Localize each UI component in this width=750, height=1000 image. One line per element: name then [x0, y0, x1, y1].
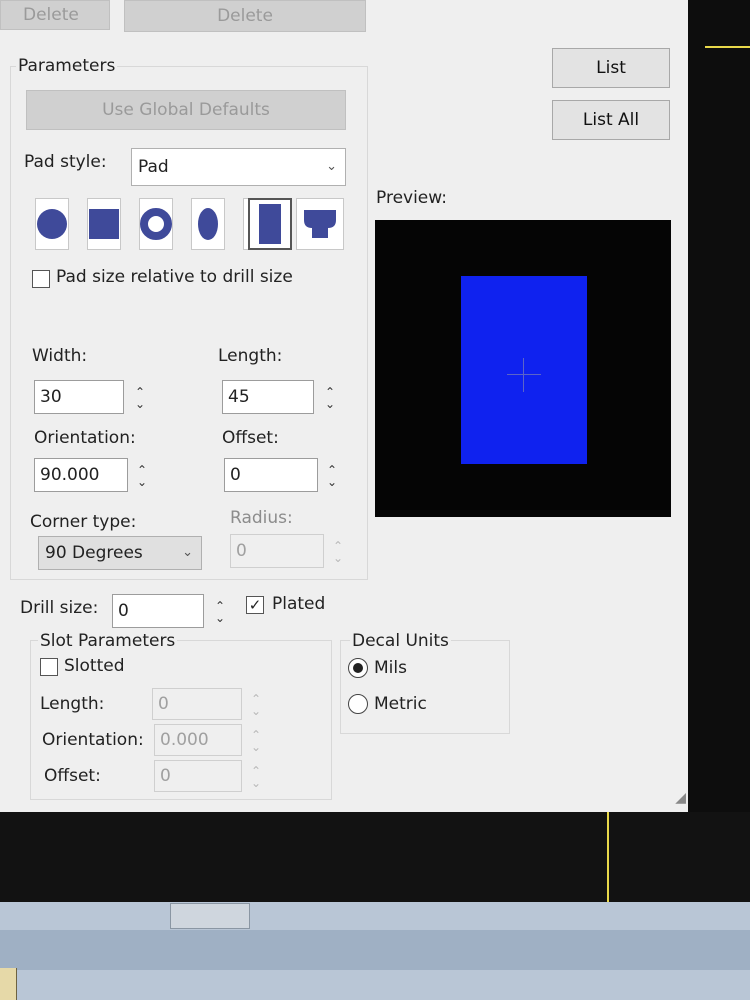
- corner-type-value: 90 Degrees: [45, 543, 143, 563]
- radius-spinner[interactable]: ⌃ ⌄: [330, 536, 346, 568]
- pad-stack-dialog: Delete Delete List List All Parameters U…: [0, 0, 688, 812]
- pad-style-label: Pad style:: [24, 152, 107, 172]
- delete-button-left[interactable]: Delete: [0, 0, 110, 30]
- crosshair-icon-vertical: [523, 358, 524, 392]
- radio-selected-dot: [353, 663, 363, 673]
- length-spinner[interactable]: ⌃ ⌄: [322, 382, 338, 414]
- slotted-checkbox[interactable]: [40, 658, 58, 676]
- taskbar: [0, 902, 750, 1000]
- square-icon: [89, 209, 119, 239]
- decal-units-title: Decal Units: [350, 631, 451, 651]
- pad-shape-annulus-button[interactable]: [139, 198, 173, 250]
- parameters-group-title: Parameters: [16, 56, 118, 76]
- offset-spinner[interactable]: ⌃ ⌄: [324, 460, 340, 492]
- chevron-down-icon: ⌄: [214, 611, 226, 625]
- metric-radio[interactable]: [348, 694, 368, 714]
- chevron-down-icon: ⌄: [182, 544, 193, 560]
- slotted-label: Slotted: [64, 656, 125, 676]
- drill-size-spinner[interactable]: ⌃ ⌄: [212, 596, 228, 628]
- annulus-icon: [140, 208, 172, 240]
- slot-length-label: Length:: [40, 694, 105, 714]
- slot-offset-input[interactable]: 0: [154, 760, 242, 792]
- chevron-down-icon: ⌄: [136, 475, 148, 489]
- slot-length-spinner[interactable]: ⌃ ⌄: [248, 690, 264, 720]
- preview-label: Preview:: [376, 188, 447, 208]
- orientation-input[interactable]: 90.000: [34, 458, 128, 492]
- decal-units-group: [340, 640, 510, 734]
- length-input[interactable]: 45: [222, 380, 314, 414]
- slot-orientation-spinner[interactable]: ⌃ ⌄: [248, 726, 264, 756]
- drill-size-label: Drill size:: [20, 598, 99, 618]
- background-workspace: [688, 0, 750, 812]
- width-label: Width:: [32, 346, 88, 366]
- thermal-icon: [304, 210, 336, 238]
- radius-label: Radius:: [230, 508, 293, 528]
- width-input[interactable]: 30: [34, 380, 124, 414]
- metric-label: Metric: [374, 694, 427, 714]
- width-spinner[interactable]: ⌃ ⌄: [132, 382, 148, 414]
- taskbar-app-icon[interactable]: [0, 968, 17, 1000]
- workspace-trace-line-vertical: [607, 812, 609, 902]
- slot-orientation-input[interactable]: 0.000: [154, 724, 242, 756]
- chevron-down-icon: ⌄: [134, 397, 146, 411]
- chevron-down-icon: ⌄: [324, 397, 336, 411]
- crosshair-icon: [507, 374, 541, 375]
- plated-label: Plated: [272, 594, 326, 614]
- chevron-down-icon: ⌄: [332, 551, 344, 565]
- slot-offset-spinner[interactable]: ⌃ ⌄: [248, 762, 264, 792]
- chevron-down-icon: ⌄: [250, 704, 262, 718]
- pad-style-select[interactable]: Pad ⌄: [131, 148, 346, 186]
- pad-size-relative-label: Pad size relative to drill size: [56, 267, 293, 287]
- round-icon: [37, 209, 67, 239]
- pad-shape-oval-button[interactable]: [191, 198, 225, 250]
- offset-input[interactable]: 0: [224, 458, 318, 492]
- rectangle-icon: [259, 204, 281, 244]
- pad-preview-shape: [461, 276, 587, 464]
- orientation-label: Orientation:: [34, 428, 136, 448]
- horizontal-scrollbar-thumb[interactable]: [170, 903, 250, 929]
- drill-size-input[interactable]: 0: [112, 594, 204, 628]
- delete-button-right[interactable]: Delete: [124, 0, 366, 32]
- workspace-trace-line: [705, 46, 750, 48]
- pad-shape-round-button[interactable]: [35, 198, 69, 250]
- taskbar-strip: [0, 930, 750, 970]
- radius-input[interactable]: 0: [230, 534, 324, 568]
- pad-shape-thermal-button[interactable]: [296, 198, 344, 250]
- length-label: Length:: [218, 346, 283, 366]
- use-global-defaults-button[interactable]: Use Global Defaults: [26, 90, 346, 130]
- slot-offset-label: Offset:: [44, 766, 101, 786]
- pad-shape-rectangle-button[interactable]: [248, 198, 292, 250]
- chevron-down-icon: ⌄: [326, 475, 338, 489]
- chevron-down-icon: ⌄: [326, 158, 337, 174]
- plated-checkbox[interactable]: ✓: [246, 596, 264, 614]
- mils-label: Mils: [374, 658, 407, 678]
- list-button[interactable]: List: [552, 48, 670, 88]
- chevron-down-icon: ⌄: [250, 776, 262, 790]
- oval-icon: [198, 208, 218, 240]
- orientation-spinner[interactable]: ⌃ ⌄: [134, 460, 150, 492]
- corner-type-label: Corner type:: [30, 512, 137, 532]
- pad-shape-square-button[interactable]: [87, 198, 121, 250]
- chevron-down-icon: ⌄: [250, 740, 262, 754]
- slot-length-input[interactable]: 0: [152, 688, 242, 720]
- parameters-group: [10, 66, 368, 580]
- pad-style-value: Pad: [138, 157, 169, 177]
- mils-radio[interactable]: [348, 658, 368, 678]
- slot-parameters-title: Slot Parameters: [38, 631, 178, 651]
- pad-preview: [375, 220, 671, 517]
- list-all-button[interactable]: List All: [552, 100, 670, 140]
- pad-size-relative-checkbox[interactable]: [32, 270, 50, 288]
- offset-label: Offset:: [222, 428, 279, 448]
- corner-type-select[interactable]: 90 Degrees ⌄: [38, 536, 202, 570]
- background-canvas: [0, 812, 750, 902]
- resize-grip-icon[interactable]: ◢: [675, 790, 686, 806]
- slot-orientation-label: Orientation:: [42, 730, 144, 750]
